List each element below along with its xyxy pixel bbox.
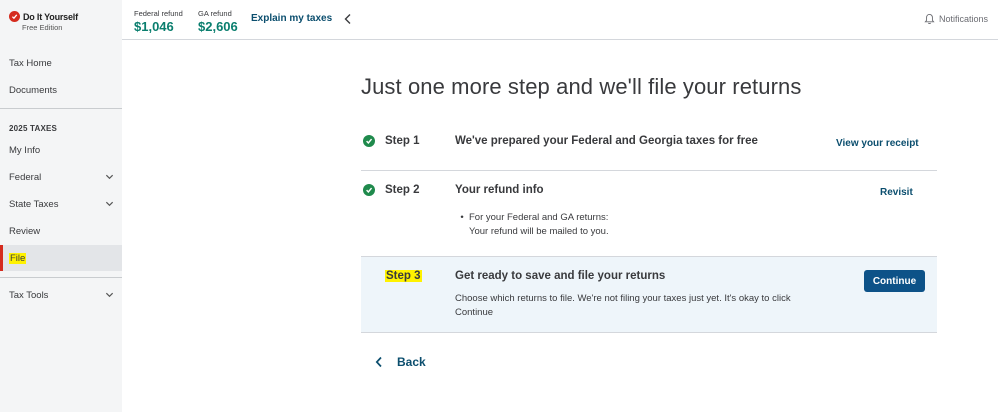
- step-2-row: Step 2 Your refund info Revisit • For you…: [361, 171, 937, 256]
- brand-name: Do It Yourself: [23, 11, 78, 22]
- sidebar-item-label: Documents: [9, 84, 58, 96]
- sidebar-divider: [0, 108, 122, 109]
- explain-my-taxes-link[interactable]: Explain my taxes: [251, 13, 332, 24]
- step-divider: [361, 332, 937, 333]
- top-bar: Federal refund $1,046 GA refund $2,606 E…: [122, 0, 998, 40]
- sidebar-item-tax-tools[interactable]: Tax Tools: [0, 282, 122, 308]
- bell-icon: [924, 13, 935, 24]
- sidebar-item-label: File: [9, 252, 27, 264]
- continue-button[interactable]: Continue: [864, 270, 925, 292]
- bullet-icon: •: [460, 212, 464, 223]
- sidebar-item-label: My Info: [9, 144, 41, 156]
- sidebar-item-label: Review: [9, 225, 41, 237]
- refund-detail-line-2: Your refund will be mailed to you.: [469, 226, 609, 237]
- state-refund-label: GA refund: [198, 9, 232, 18]
- sidebar-item-tax-home[interactable]: Tax Home: [0, 50, 122, 76]
- state-refund-summary: GA refund $2,606: [198, 9, 238, 34]
- state-refund-value: $2,606: [198, 19, 238, 34]
- sidebar-item-review[interactable]: Review: [0, 218, 122, 244]
- check-circle-icon: [363, 184, 375, 196]
- check-circle-icon: [363, 135, 375, 147]
- sidebar-divider: [0, 277, 122, 278]
- view-receipt-link[interactable]: View your receipt: [836, 138, 919, 149]
- sidebar-item-file[interactable]: File: [0, 245, 122, 271]
- brand-edition: Free Edition: [22, 23, 63, 32]
- step-2-title: Your refund info: [455, 184, 544, 196]
- sidebar-item-my-info[interactable]: My Info: [0, 137, 122, 163]
- refund-detail-line-1: For your Federal and GA returns:: [469, 212, 609, 223]
- back-label: Back: [397, 355, 426, 369]
- step-2-number: Step 2: [385, 184, 420, 196]
- federal-refund-summary: Federal refund $1,046: [134, 9, 183, 34]
- sidebar-item-federal[interactable]: Federal: [0, 164, 122, 190]
- chevron-down-icon: [105, 201, 114, 207]
- step-1-title: We've prepared your Federal and Georgia …: [455, 135, 758, 147]
- page-title: Just one more step and we'll file your r…: [361, 74, 802, 99]
- chevron-left-icon[interactable]: [343, 13, 353, 25]
- step-1-number: Step 1: [385, 135, 420, 147]
- notifications-label: Notifications: [938, 14, 988, 24]
- back-button[interactable]: Back: [375, 355, 426, 369]
- sidebar-item-label: Federal: [9, 171, 42, 183]
- sidebar-item-label: Tax Tools: [9, 289, 49, 301]
- sidebar: Do It Yourself Free Edition Tax Home Doc…: [0, 0, 122, 412]
- revisit-link[interactable]: Revisit: [880, 187, 913, 198]
- refund-info-detail: • For your Federal and GA returns: Your r…: [455, 211, 609, 239]
- step-1-row: Step 1 We've prepared your Federal and G…: [361, 124, 937, 170]
- step-3-detail-line-1: Choose which returns to file. We're not …: [455, 293, 791, 304]
- sidebar-item-documents[interactable]: Documents: [0, 77, 122, 103]
- brand-logo[interactable]: Do It Yourself Free Edition: [9, 11, 78, 32]
- sidebar-item-label: Tax Home: [9, 57, 52, 69]
- notifications-button[interactable]: Notifications: [924, 13, 988, 25]
- checkmark-logo-icon: [9, 11, 20, 22]
- federal-refund-label: Federal refund: [134, 9, 183, 18]
- step-3-detail: Choose which returns to file. We're not …: [455, 292, 825, 320]
- sidebar-item-state-taxes[interactable]: State Taxes: [0, 191, 122, 217]
- sidebar-section-title: 2025 TAXES: [9, 124, 58, 133]
- chevron-down-icon: [105, 292, 114, 298]
- sidebar-item-label: State Taxes: [9, 198, 59, 210]
- chevron-left-icon: [375, 356, 382, 368]
- federal-refund-value: $1,046: [134, 19, 174, 34]
- step-3-row: Step 3 Get ready to save and file your r…: [361, 257, 937, 332]
- chevron-down-icon: [105, 174, 114, 180]
- step-3-detail-line-2: Continue: [455, 307, 494, 318]
- step-3-title: Get ready to save and file your returns: [455, 270, 666, 282]
- step-3-number: Step 3: [385, 270, 422, 282]
